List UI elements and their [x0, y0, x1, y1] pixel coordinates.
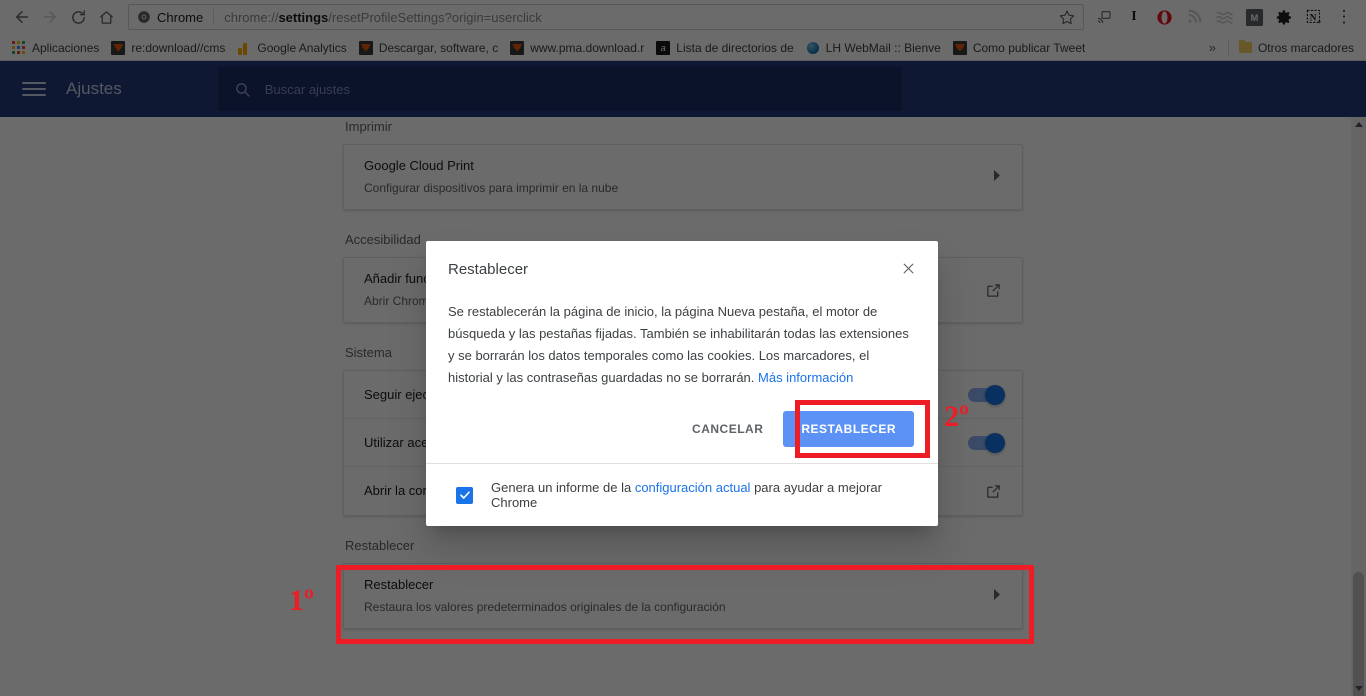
dialog-title-bar: Restablecer: [426, 241, 938, 285]
annotation-box-step2: [795, 400, 930, 458]
cb-text-before: Genera un informe de la: [491, 480, 635, 495]
dialog-title: Restablecer: [448, 261, 529, 278]
dialog-body: Se restablecerán la página de inicio, la…: [426, 285, 938, 401]
cancel-button[interactable]: CANCELAR: [678, 412, 777, 446]
reset-settings-dialog: Restablecer Se restablecerán la página d…: [426, 241, 938, 526]
dialog-footer: Genera un informe de la configuración ac…: [426, 463, 938, 526]
close-icon[interactable]: [899, 259, 918, 278]
more-info-link[interactable]: Más información: [758, 370, 853, 385]
annotation-number-step1: 1º: [289, 584, 314, 617]
report-checkbox[interactable]: [456, 486, 473, 504]
annotation-number-step2: 2º: [944, 400, 969, 433]
report-checkbox-label: Genera un informe de la configuración ac…: [491, 480, 916, 510]
annotation-box-step1: [336, 565, 1034, 644]
current-settings-link[interactable]: configuración actual: [635, 480, 751, 495]
